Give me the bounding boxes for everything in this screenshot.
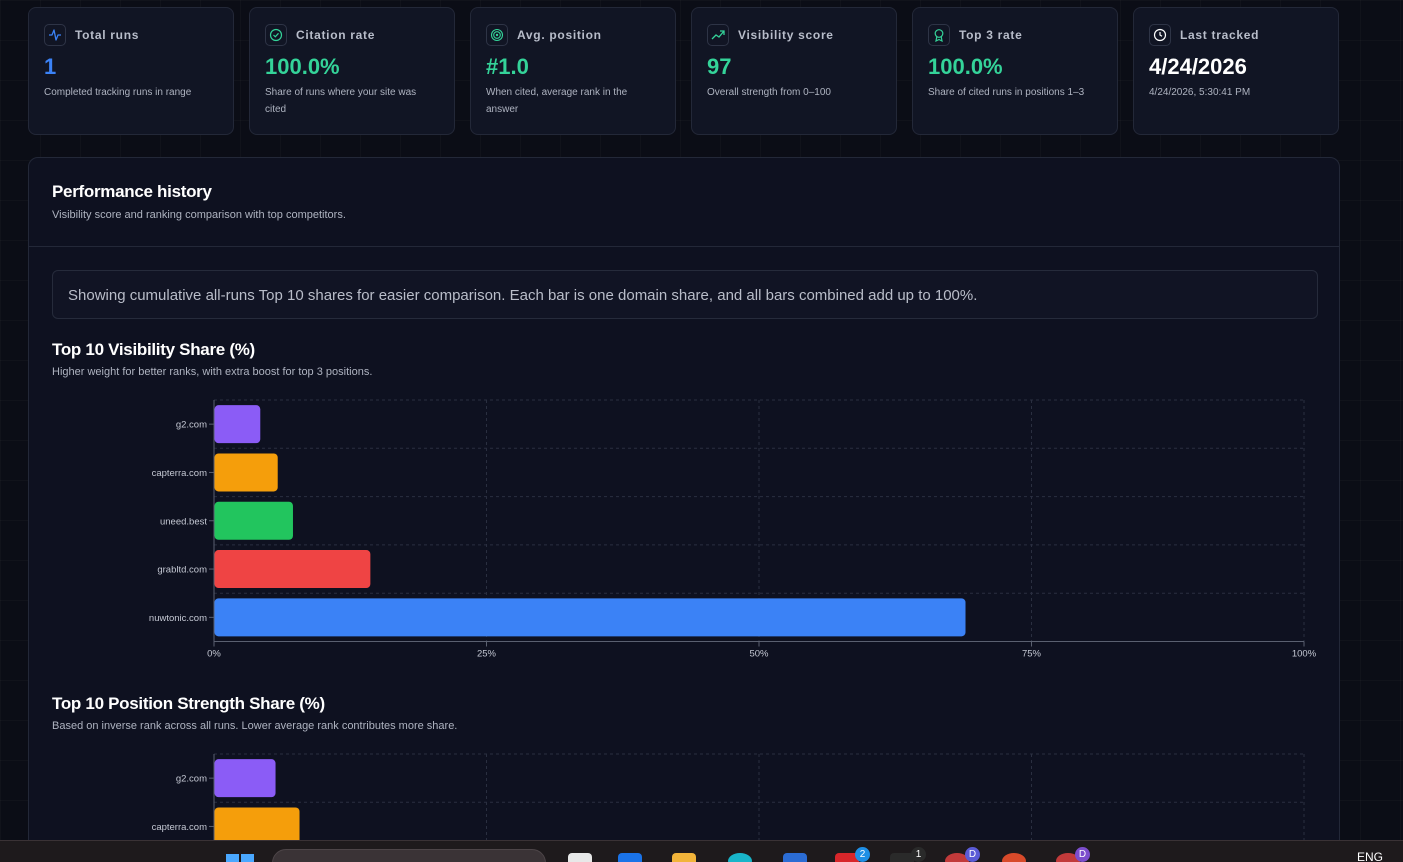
notepad-icon[interactable] [568, 853, 592, 862]
bar-uneed.best[interactable] [214, 501, 293, 540]
stats-cards: Total runs 1 Completed tracking runs in … [28, 7, 1339, 135]
chart-subtitle-visibility: Higher weight for better ranks, with ext… [52, 366, 373, 378]
stat-card-top3-rate: Top 3 rate 100.0% Share of cited runs in… [912, 7, 1118, 135]
chart-title-position: Top 10 Position Strength Share (%) [52, 694, 325, 713]
stat-label: Citation rate [296, 28, 376, 42]
bar-g2.com[interactable] [214, 759, 276, 798]
stat-description: Share of cited runs in positions 1–3 [928, 87, 1085, 98]
stat-description: Share of runs where your site was cited [265, 87, 417, 115]
x-tick-label: 100% [1292, 649, 1317, 660]
stat-label: Top 3 rate [959, 28, 1023, 42]
category-label: g2.com [176, 774, 207, 785]
profile-badge: D [965, 847, 980, 862]
stat-description: Overall strength from 0–100 [707, 87, 831, 98]
x-tick-label: 50% [749, 649, 769, 660]
bar-grabltd.com[interactable] [214, 550, 371, 589]
store-icon[interactable] [783, 853, 807, 862]
category-label: g2.com [176, 420, 207, 431]
stat-value: 100.0% [265, 54, 340, 79]
clock-icon [1149, 24, 1171, 46]
stat-label: Visibility score [738, 28, 834, 42]
bar-capterra.com[interactable] [214, 453, 278, 492]
stat-value: #1.0 [486, 54, 529, 79]
x-tick-label: 0% [207, 649, 221, 660]
chart-title-visibility: Top 10 Visibility Share (%) [52, 340, 255, 359]
stat-label: Last tracked [1180, 28, 1260, 42]
profile-badge: D [1075, 847, 1090, 862]
mail-icon[interactable] [618, 853, 642, 862]
position-strength-chart: g2.com capterra.com [152, 753, 1305, 848]
stat-card-citation-rate: Citation rate 100.0% Share of runs where… [249, 7, 455, 135]
x-tick-label: 25% [477, 649, 497, 660]
stat-value: 4/24/2026 [1149, 54, 1247, 79]
panel-subtitle: Visibility score and ranking comparison … [52, 209, 346, 221]
category-label: grabltd.com [157, 565, 207, 576]
stat-value: 97 [707, 54, 732, 79]
edge-browser-icon[interactable] [728, 853, 752, 862]
browser-icon[interactable] [1002, 853, 1026, 862]
stat-description: Completed tracking runs in range [44, 87, 192, 98]
check-circle-icon [265, 24, 287, 46]
stat-label: Total runs [75, 28, 140, 42]
award-icon [928, 24, 950, 46]
bar-g2.com[interactable] [214, 405, 261, 444]
stat-description: When cited, average rank in the answer [486, 87, 628, 115]
category-label: capterra.com [152, 468, 208, 479]
info-notice: Showing cumulative all-runs Top 10 share… [52, 270, 1318, 319]
chart-subtitle-position: Based on inverse rank across all runs. L… [52, 720, 458, 732]
notification-badge: 2 [855, 847, 870, 862]
taskbar-search-input[interactable] [272, 849, 546, 862]
stat-card-avg-position: Avg. position #1.0 When cited, average r… [470, 7, 676, 135]
windows-start-icon[interactable] [226, 854, 254, 862]
stat-value: 1 [44, 54, 57, 79]
x-tick-label: 75% [1022, 649, 1042, 660]
stat-card-total-runs: Total runs 1 Completed tracking runs in … [28, 7, 234, 135]
stat-value: 100.0% [928, 54, 1003, 79]
stat-label: Avg. position [517, 28, 602, 42]
panel-title: Performance history [52, 182, 212, 201]
visibility-share-chart: g2.com capterra.com uneed.best grabltd.com n… [149, 399, 1317, 660]
activity-icon [44, 24, 66, 46]
taskbar: 2 1 D D ENG [0, 840, 1403, 862]
file-explorer-icon[interactable] [672, 853, 696, 862]
stat-card-visibility-score: Visibility score 97 Overall strength fro… [691, 7, 897, 135]
notification-badge: 1 [911, 847, 926, 862]
category-label: capterra.com [152, 822, 208, 833]
category-label: nuwtonic.com [149, 613, 207, 624]
stat-description: 4/24/2026, 5:30:41 PM [1149, 87, 1251, 98]
panel-header: Performance history Visibility score and… [29, 158, 1339, 247]
target-icon [486, 24, 508, 46]
bar-nuwtonic.com[interactable] [214, 598, 966, 637]
trending-up-icon [707, 24, 729, 46]
language-indicator[interactable]: ENG [1357, 850, 1383, 862]
performance-history-panel: Performance history Visibility score and… [28, 157, 1340, 862]
category-label: uneed.best [160, 516, 207, 527]
stat-card-last-tracked: Last tracked 4/24/2026 4/24/2026, 5:30:4… [1133, 7, 1339, 135]
